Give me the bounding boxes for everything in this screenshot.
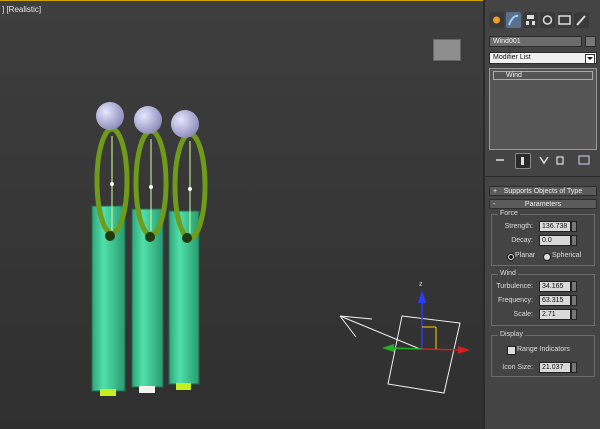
planar-label: Planar: [515, 252, 536, 259]
gizmo-y-axis[interactable]: [389, 347, 423, 350]
wind-chime-3[interactable]: [168, 110, 208, 390]
strength-value[interactable]: 136.738: [539, 221, 571, 232]
trash-icon: [556, 156, 564, 165]
create-tab[interactable]: [489, 12, 504, 28]
make-unique-button[interactable]: [537, 153, 551, 167]
hierarchy-icon: [527, 15, 534, 19]
spinner-arrows-icon[interactable]: [571, 309, 577, 320]
object-name-field[interactable]: Wind001: [489, 36, 582, 47]
strength-spinner[interactable]: 136.738: [539, 221, 577, 232]
rollout-parameters[interactable]: - Parameters: [489, 199, 597, 209]
collapse-icon: -: [493, 201, 496, 208]
utilities-icon: [576, 15, 586, 26]
cylinder-1-cap: [100, 389, 116, 396]
command-panel: Wind001 Modifier List Wind + Supports Ob…: [483, 0, 600, 429]
scale-label: Scale:: [513, 311, 533, 318]
sphere-3[interactable]: [171, 110, 199, 138]
utilities-tab[interactable]: [574, 12, 589, 28]
scale-spinner[interactable]: 2.71: [539, 309, 577, 320]
wind-chime-1[interactable]: [91, 102, 130, 396]
gizmo-x-arrow: [458, 346, 470, 354]
frequency-value[interactable]: 63.315: [539, 295, 571, 306]
display-tab[interactable]: [557, 12, 572, 28]
range-indicators-label: Range Indicators: [517, 346, 570, 353]
knot-2: [149, 185, 153, 189]
spherical-radio[interactable]: [543, 253, 551, 261]
spinner-arrows-icon[interactable]: [571, 235, 577, 246]
rollout-supports-label: Supports Objects of Type: [503, 188, 583, 195]
rollout-parameters-label: Parameters: [524, 201, 562, 208]
wind-helper-plane[interactable]: [387, 315, 461, 394]
icon-size-value[interactable]: 21.037: [539, 362, 571, 373]
expand-icon: +: [493, 188, 498, 195]
scene-svg: z: [91, 102, 470, 396]
turbulence-spinner[interactable]: 34.165: [539, 281, 577, 292]
icon-size-label: Icon Size:: [502, 364, 533, 371]
show-end-result-button[interactable]: [515, 153, 531, 169]
decay-label: Decay:: [511, 237, 533, 244]
motion-icon: [542, 15, 553, 25]
create-icon: [493, 16, 500, 24]
ring-1-hook: [105, 231, 115, 241]
show-end-result-icon: [521, 157, 524, 165]
frequency-label: Frequency:: [497, 297, 533, 304]
icon-size-spinner[interactable]: 21.037: [539, 362, 577, 373]
sphere-1[interactable]: [96, 102, 124, 130]
knot-3: [188, 187, 192, 191]
remove-modifier-button[interactable]: [553, 153, 567, 167]
frequency-spinner[interactable]: 63.315: [539, 295, 577, 306]
wind-helper[interactable]: [339, 315, 461, 394]
object-color-swatch[interactable]: [585, 36, 596, 47]
wind-chime-2[interactable]: [131, 106, 169, 393]
modifier-list-label: Modifier List: [493, 54, 531, 61]
modify-icon: [508, 14, 519, 26]
gizmo-z-arrow: [418, 290, 426, 303]
ring-3-hook: [182, 233, 192, 243]
panel-divider: [485, 176, 600, 177]
command-panel-tabs: [485, 12, 600, 32]
transform-gizmo[interactable]: z: [382, 281, 470, 354]
pin-stack-button[interactable]: [493, 153, 507, 167]
modifier-list-dropdown[interactable]: Modifier List: [489, 52, 597, 64]
decay-value[interactable]: 0.0: [539, 235, 571, 246]
strength-label: Strength:: [504, 223, 533, 230]
ring-2-hook: [145, 232, 155, 242]
decay-spinner[interactable]: 0.0: [539, 235, 577, 246]
gizmo-z-label: z: [419, 281, 423, 288]
chevron-down-icon: [585, 54, 595, 64]
stack-item-wind[interactable]: Wind: [493, 71, 593, 80]
motion-tab[interactable]: [540, 12, 555, 28]
spinner-arrows-icon[interactable]: [571, 281, 577, 292]
turbulence-value[interactable]: 34.165: [539, 281, 571, 292]
display-icon: [558, 15, 571, 25]
spinner-arrows-icon[interactable]: [571, 295, 577, 306]
spinner-arrows-icon[interactable]: [571, 221, 577, 232]
range-indicators-checkbox[interactable]: [507, 346, 516, 355]
knot-1: [110, 182, 114, 186]
cylinder-3-cap: [176, 383, 191, 390]
gizmo-y-arrow: [382, 344, 394, 352]
rollout-supports-objects[interactable]: + Supports Objects of Type: [489, 186, 597, 196]
scale-value[interactable]: 2.71: [539, 309, 571, 320]
wind-group-title: Wind: [498, 270, 518, 277]
force-group-title: Force: [498, 210, 520, 217]
hierarchy-tab[interactable]: [523, 12, 538, 28]
turbulence-label: Turbulence:: [496, 283, 533, 290]
make-unique-icon: [539, 156, 549, 165]
spinner-arrows-icon[interactable]: [571, 362, 577, 373]
modifier-stack[interactable]: Wind: [489, 68, 597, 150]
sphere-2[interactable]: [134, 106, 162, 134]
perspective-viewport[interactable]: ] [Realistic] z: [0, 0, 483, 429]
cylinder-2-cap: [139, 386, 155, 393]
display-group-title: Display: [498, 331, 525, 338]
gizmo-x-axis[interactable]: [421, 348, 463, 351]
spherical-label: Spherical: [552, 252, 582, 259]
planar-radio[interactable]: [507, 253, 515, 261]
modify-tab[interactable]: [506, 12, 521, 28]
configure-icon: [578, 155, 590, 165]
configure-sets-button[interactable]: [577, 153, 591, 167]
